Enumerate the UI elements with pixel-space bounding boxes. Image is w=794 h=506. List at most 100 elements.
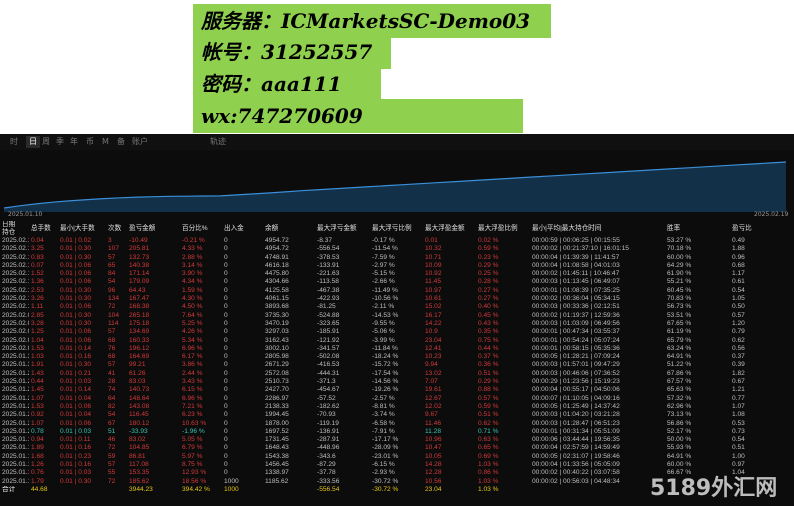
report-panel: 时日周季年币 M 备账户 轨迹 2025.01.10 2025.02.19 日期 持仓 总… [0, 134, 794, 506]
cell-3: 84 [108, 270, 116, 278]
col-header-12: 最大浮盈比例 [478, 225, 518, 232]
cell-12: 00:00:04 | 02:57:59 | 14:59:49 [532, 444, 620, 452]
tab-2[interactable]: 周 [42, 136, 50, 148]
cell-6: 0 [224, 444, 228, 452]
cell-5: 4.34 % [182, 278, 203, 286]
cell-13: 73.13 % [667, 411, 692, 419]
col-header-3: 最小|大手数 [60, 225, 95, 232]
table-row: 2025.02.031.53 0.01 | 0.14 76 196.12 6.96 % 0… [0, 345, 794, 353]
cell-6: 0 [224, 469, 228, 477]
cell-14: 1.07 [732, 402, 745, 410]
cell-14: 0.61 [732, 278, 745, 286]
cell-13: 64.91 % [667, 452, 692, 460]
cell-3: 54 [108, 278, 116, 286]
table-row: 2025.01.301.91 0.01 | 0.30 57 99.21 3.86 % 0 2… [0, 361, 794, 369]
cell-12: 00:00:05 | 01:28:21 | 07:09:24 [532, 353, 620, 361]
cell-1: 2.53 [31, 286, 44, 294]
cell-8: -81.25 [317, 303, 336, 311]
cell-4: 179.09 [129, 278, 150, 286]
tab-8[interactable]: 账户 [132, 136, 148, 148]
cell-5: 7.64 % [182, 311, 203, 319]
cell-6: 0 [224, 336, 228, 344]
cell-6: 0 [224, 353, 228, 361]
cell-14: 0.62 [732, 336, 745, 344]
cell-13: 65.63 % [667, 386, 692, 394]
cell-1: 0.76 [31, 469, 44, 477]
cell-7: 2671.29 [265, 361, 289, 369]
table-row: 2025.01.311.03 0.01 | 0.16 68 164.69 6.17 % 0… [0, 353, 794, 361]
cell-1: 1.53 [31, 402, 44, 410]
cell-3: 82 [108, 402, 116, 410]
cell-7: 4616.18 [265, 261, 289, 269]
cell-5: -1.96 % [182, 427, 205, 435]
cell-13: 64.29 % [667, 261, 692, 269]
cell-8: -371.3 [317, 378, 336, 386]
cell-9: -18.24 % [372, 353, 399, 361]
cell-6: 0 [224, 419, 228, 427]
cell-13: 55.93 % [667, 444, 692, 452]
cell-14: 1.00 [732, 452, 745, 460]
cell-12: 00:00:29 | 01:23:56 | 15:19:23 [532, 378, 620, 386]
table-row: 2025.01.161.89 0.01 | 0.16 72 104.85 6.79 % 0… [0, 444, 794, 452]
cell-3: 72 [108, 303, 116, 311]
cell-10: 12.41 [425, 344, 442, 352]
cell-14: 0.97 [732, 461, 745, 469]
cell-0: 2025.02.12 [2, 286, 29, 294]
cell-12: 00:00:01 | 00:58:15 | 05:35:36 [532, 344, 620, 352]
cell-8: -444.31 [317, 369, 340, 377]
cell-7: 2805.98 [265, 353, 289, 361]
cell-8: -121.92 [317, 336, 340, 344]
cell-2: 0.01 | 0.30 [60, 286, 92, 294]
cell-2: 0.01 | 0.14 [60, 386, 92, 394]
cell-13: 56.73 % [667, 303, 692, 311]
cell-13: 63.24 % [667, 344, 692, 352]
cell-13: 70.18 % [667, 245, 692, 253]
cell-8: -378.53 [317, 253, 340, 261]
cell-0: 2025.01.24 [2, 394, 29, 402]
cell-5: 18.56 % [182, 477, 207, 485]
cell-9: -17.17 % [372, 436, 399, 444]
cell-3: 46 [108, 436, 116, 444]
cell-9: -5.15 % [372, 270, 395, 278]
cell-11: 0.86 % [478, 469, 499, 477]
tab-5[interactable]: 币 [86, 136, 94, 148]
cell-4: 61.26 [129, 369, 146, 377]
table-row: 2025.02.141.52 0.01 | 0.06 84 171.14 3.90 % 0… [0, 270, 794, 278]
cell-0: 2025.01.16 [2, 444, 29, 452]
password-banner: 密码：aaa111 [193, 67, 381, 101]
cell-12: 00:00:03 | 01:28:47 | 06:51:23 [532, 419, 620, 427]
tab-6[interactable]: M [102, 136, 109, 148]
cell-7: 4954.72 [265, 237, 289, 244]
cell-8: -113.58 [317, 278, 339, 286]
cell-7: 4304.66 [265, 278, 289, 286]
tab-4[interactable]: 年 [70, 136, 78, 148]
cell-0: 2025.01.22 [2, 411, 29, 419]
tab-0[interactable]: 时 [10, 136, 18, 148]
cell-10: 10.92 [425, 270, 442, 278]
col-header-13: 最小|平均|最大持仓时间 [532, 225, 602, 232]
tab-9[interactable]: 轨迹 [210, 136, 226, 148]
cell-9: -6.58 % [372, 419, 395, 427]
cell-9: -0.17 % [372, 237, 395, 244]
cell-7: 2572.08 [265, 369, 289, 377]
cell-1: 1.36 [31, 278, 44, 286]
equity-curve-chart [4, 161, 787, 212]
tab-3[interactable]: 季 [56, 136, 64, 148]
cell-2: 0.01 | 0.11 [60, 436, 91, 444]
cell-2: 0.01 | 0.16 [60, 461, 92, 469]
cell-1: 0.92 [31, 411, 44, 419]
cell-8: -37.78 [317, 469, 336, 477]
tab-7[interactable]: 备 [117, 136, 125, 148]
cell-3: 96 [108, 286, 116, 294]
cell-6: 0 [224, 378, 228, 386]
col-header-2: 总手数 [31, 225, 51, 232]
cell-5: 1.59 % [182, 286, 203, 294]
cell-11: 0.36 % [478, 361, 499, 369]
cell-10: 12.67 [425, 394, 442, 402]
tab-1[interactable]: 日 [26, 136, 40, 148]
cell-12: 00:00:07 | 01:10:05 | 04:09:16 [532, 394, 620, 402]
cell-12: 00:00:02 | 01:45:11 | 10:46:47 [532, 270, 620, 278]
cell-5: 6.96 % [182, 344, 203, 352]
cell-0: 2025.02.13 [2, 278, 29, 286]
cell-8: -556.54 [317, 245, 340, 253]
